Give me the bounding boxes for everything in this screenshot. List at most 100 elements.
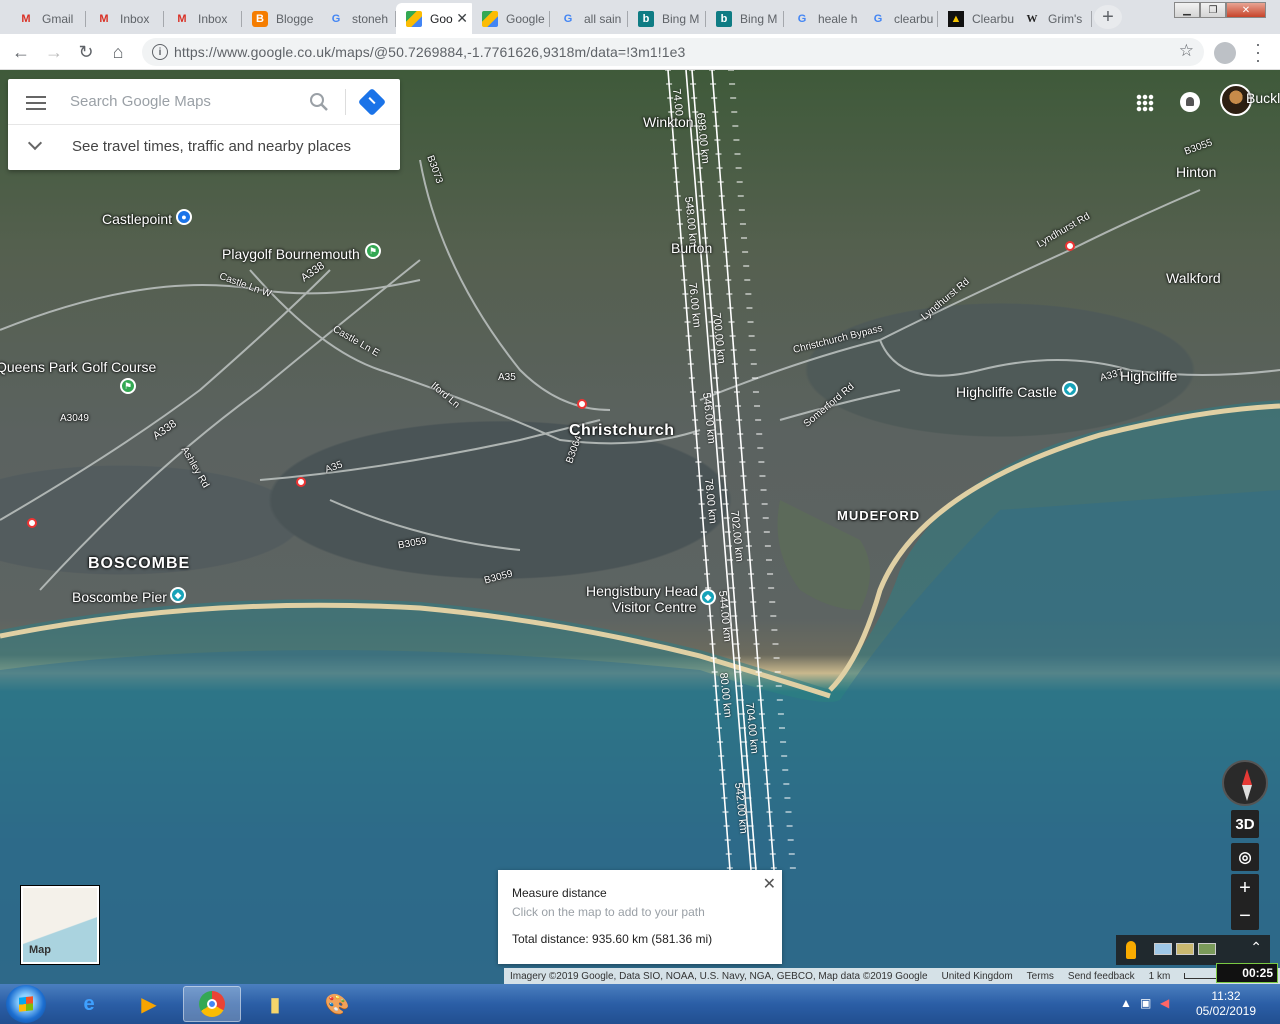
apps-grid-icon[interactable] [1136, 94, 1154, 112]
tab-4[interactable]: B Blogge [242, 3, 320, 34]
place-label[interactable]: Walkford [1166, 270, 1221, 286]
travel-times-row[interactable]: See travel times, traffic and nearby pla… [8, 125, 400, 169]
tab-6[interactable]: Goo ✕ [396, 3, 476, 34]
measure-distance-card: Measure distance Click on the map to add… [498, 870, 782, 964]
site-info-icon[interactable]: i [152, 44, 168, 60]
directions-icon[interactable] [357, 87, 387, 117]
place-label[interactable]: Winkton [643, 114, 694, 130]
google-icon: G [873, 12, 883, 25]
tab-7[interactable]: Google [472, 3, 550, 34]
tab-12[interactable]: Gclearbu [860, 3, 938, 34]
feedback-link[interactable]: Send feedback [1068, 971, 1135, 982]
country-link[interactable]: United Kingdom [942, 971, 1013, 982]
tab-title: Grim's [1048, 11, 1083, 26]
tab-2[interactable]: M Inbox [86, 3, 164, 34]
place-label[interactable]: Queens Park Golf Course [0, 359, 156, 375]
account-name: Buckley [1246, 90, 1280, 106]
tab-title: stoneh [352, 11, 389, 26]
pegman-icon[interactable] [1126, 941, 1136, 959]
map-canvas[interactable]: 74.00 698.00 km 548.00 km 76.00 km 700.0… [0, 70, 1280, 984]
3d-toggle-button[interactable]: 3D [1231, 810, 1259, 838]
browser-menu-icon[interactable]: · · · [1250, 35, 1266, 69]
zoom-out-button[interactable]: − [1231, 902, 1259, 930]
tab-11[interactable]: Gheale h [784, 3, 862, 34]
volume-muted-icon[interactable]: ◀ [1160, 996, 1174, 1010]
chrome-icon[interactable] [183, 986, 241, 1022]
place-label[interactable]: Boscombe Pier [72, 589, 167, 605]
tab-13[interactable]: ▲ Clearbu [938, 3, 1016, 34]
network-icon[interactable]: ▣ [1140, 996, 1154, 1010]
file-explorer-icon[interactable]: ▮ [246, 986, 304, 1022]
expand-up-icon[interactable]: ⌃ [1250, 939, 1262, 956]
notifications-icon[interactable] [1180, 92, 1200, 112]
place-label[interactable]: Christchurch [569, 422, 675, 440]
search-icon[interactable] [308, 91, 330, 113]
tab-10[interactable]: b Bing M [706, 3, 784, 34]
maximize-button[interactable]: ❐ [1200, 2, 1226, 18]
address-url[interactable]: https://www.google.co.uk/maps/@50.726988… [174, 44, 685, 60]
tab-3[interactable]: M Inbox [164, 3, 242, 34]
travel-times-text[interactable]: See travel times, traffic and nearby pla… [72, 138, 351, 155]
internet-explorer-icon[interactable]: e [60, 986, 118, 1022]
place-label[interactable]: Burton [671, 240, 712, 256]
new-tab-button[interactable]: + [1094, 5, 1122, 29]
terms-link[interactable]: Terms [1027, 971, 1054, 982]
zoom-in-button[interactable]: + [1231, 874, 1259, 902]
minimize-button[interactable]: ▁ [1174, 2, 1200, 18]
reload-icon[interactable]: ↻ [74, 40, 98, 64]
bookmark-star-icon[interactable]: ☆ [1179, 41, 1194, 61]
train-station-icon[interactable] [27, 518, 37, 528]
chevron-down-icon[interactable] [27, 135, 43, 151]
media-player-icon[interactable]: ▶ [120, 986, 178, 1022]
tab-9[interactable]: b Bing M [628, 3, 706, 34]
attraction-pin-icon[interactable]: ◆ [1062, 381, 1078, 397]
shopping-pin-icon[interactable]: ● [176, 209, 192, 225]
home-icon[interactable]: ⌂ [106, 40, 130, 64]
start-button[interactable] [6, 985, 46, 1023]
menu-icon[interactable] [26, 96, 46, 110]
imagery-thumb[interactable] [1154, 943, 1172, 955]
golf-pin-icon[interactable]: ⚑ [365, 243, 381, 259]
close-icon[interactable]: ✕ [763, 874, 776, 894]
tab-title: all sain [584, 11, 622, 26]
my-location-icon[interactable]: ◎ [1231, 843, 1259, 871]
place-label[interactable]: Hengistbury Head [586, 583, 698, 599]
show-hidden-icons-icon[interactable]: ▲ [1120, 996, 1134, 1010]
imagery-thumb[interactable] [1176, 943, 1194, 955]
window-close-button[interactable]: ✕ [1226, 2, 1266, 18]
place-label[interactable]: Castlepoint [102, 211, 172, 227]
search-panel: See travel times, traffic and nearby pla… [8, 79, 400, 170]
place-label[interactable]: Highcliffe [1120, 368, 1177, 384]
tab-1[interactable]: M Gmail [8, 3, 86, 34]
attraction-pin-icon[interactable]: ◆ [700, 589, 716, 605]
profile-avatar-icon[interactable] [1214, 42, 1236, 64]
golf-pin-icon[interactable]: ⚑ [120, 378, 136, 394]
compass-icon[interactable] [1222, 760, 1268, 806]
browser-toolbar: ← → ↻ ⌂ i https://www.google.co.uk/maps/… [0, 34, 1280, 70]
place-label[interactable]: Hinton [1176, 164, 1216, 180]
clock[interactable]: 11:32 05/02/2019 [1196, 989, 1256, 1019]
train-station-icon[interactable] [577, 399, 587, 409]
search-input[interactable] [70, 93, 300, 110]
attraction-pin-icon[interactable]: ◆ [170, 587, 186, 603]
place-label[interactable]: MUDEFORD [837, 508, 920, 523]
tab-14[interactable]: W Grim's [1014, 3, 1092, 34]
place-label[interactable]: BOSCOMBE [88, 555, 190, 573]
place-label[interactable]: Visitor Centre [612, 599, 697, 615]
place-label[interactable]: Playgolf Bournemouth [222, 246, 360, 262]
tab-5[interactable]: Gstoneh [318, 3, 396, 34]
back-arrow-icon[interactable]: ← [9, 40, 33, 64]
map-layer-switcher[interactable]: Map [21, 886, 99, 964]
google-icon: G [331, 12, 341, 25]
forward-arrow-icon[interactable]: → [42, 40, 66, 64]
scale-label[interactable]: 1 km [1149, 971, 1171, 982]
tab-close-icon[interactable]: ✕ [456, 10, 468, 27]
tab-8[interactable]: Gall sain [550, 3, 628, 34]
imagery-thumb[interactable] [1198, 943, 1216, 955]
paint-icon[interactable]: 🎨 [308, 986, 366, 1022]
train-station-icon[interactable] [1065, 241, 1075, 251]
zoom-controls: + − [1231, 874, 1259, 930]
address-bar[interactable]: i https://www.google.co.uk/maps/@50.7269… [142, 38, 1204, 66]
place-label[interactable]: Highcliffe Castle [956, 384, 1057, 400]
train-station-icon[interactable] [296, 477, 306, 487]
